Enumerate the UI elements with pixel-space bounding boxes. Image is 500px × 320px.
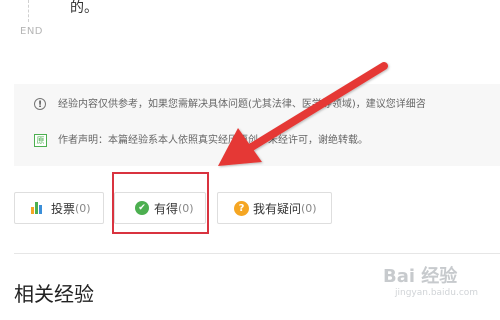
timeline-line (28, 0, 29, 22)
watermark-main: Bai 经验 (383, 266, 458, 287)
original-badge-icon: 原 (34, 134, 47, 147)
question-button[interactable]: ? 我有疑问 (0) (217, 192, 332, 224)
notice-box: ! 经验内容仅供参考，如果您需解决具体问题(尤其法律、医学等领域)，建议您详细咨… (14, 84, 500, 166)
disclaimer-text: 经验内容仅供参考，如果您需解决具体问题(尤其法律、医学等领域)，建议您详细咨 (58, 99, 426, 110)
vote-label: 投票 (51, 201, 76, 216)
end-label: END (20, 26, 43, 37)
highlight-box-annotation (112, 172, 209, 234)
vote-button[interactable]: 投票 (0) (14, 192, 104, 224)
related-section-title: 相关经验 (14, 282, 94, 306)
bar-chart-icon (31, 202, 47, 214)
question-circle-icon: ? (234, 200, 249, 216)
vote-count: (0) (75, 201, 91, 215)
author-statement-text: 作者声明：本篇经验系本人依照真实经历原创，未经许可，谢绝转载。 (58, 135, 368, 146)
question-count: (0) (301, 201, 317, 215)
question-label: 我有疑问 (253, 201, 302, 216)
step-text-tail: 的。 (70, 0, 98, 16)
watermark-sub: jingyan.baidu.com (395, 288, 479, 298)
baidu-watermark: Bai 经验 jingyan.baidu.com (383, 262, 495, 302)
warning-icon: ! (34, 98, 46, 110)
section-divider (14, 253, 500, 254)
